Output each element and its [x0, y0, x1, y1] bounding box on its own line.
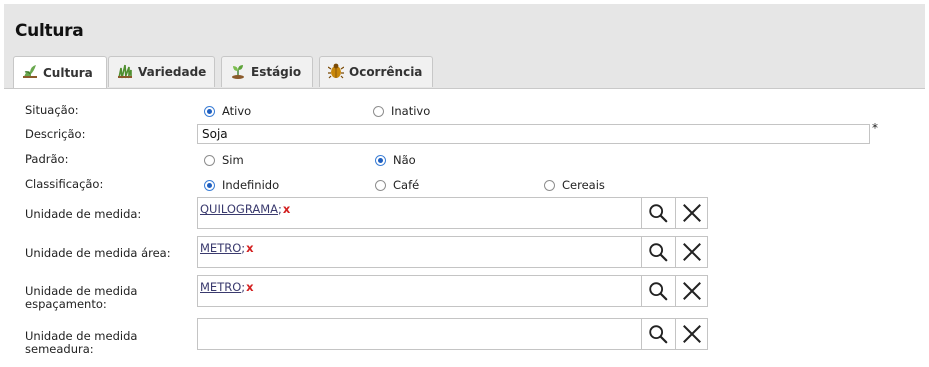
radio-indicator	[373, 105, 384, 117]
unidade-medida-espacamento-lookup: METRO; x	[197, 275, 708, 307]
grass-icon	[117, 63, 133, 82]
tab-label: Ocorrência	[349, 65, 423, 79]
radio-label: Indefinido	[222, 178, 280, 192]
selected-value: METRO; x	[200, 280, 254, 294]
radio-indicator	[375, 179, 386, 191]
label-line: Unidade de medida	[25, 284, 138, 298]
descricao-label: Descrição:	[25, 127, 86, 141]
radio-label: Cereais	[562, 178, 605, 192]
remove-icon[interactable]: x	[246, 280, 253, 294]
search-button[interactable]	[642, 237, 675, 267]
separator: ;	[241, 241, 246, 255]
tab-cultura[interactable]: Cultura	[13, 56, 107, 88]
separator: ;	[241, 280, 246, 294]
unidade-medida-semeadura-label: Unidade de medida semeadura:	[25, 330, 137, 356]
radio-label: Sim	[222, 153, 244, 167]
radio-label: Não	[393, 153, 416, 167]
lookup-buttons	[641, 198, 708, 228]
label-line: Unidade de medida	[25, 329, 138, 343]
tab-label: Variedade	[138, 65, 207, 79]
classificacao-indefinido-radio[interactable]: Indefinido	[204, 178, 279, 192]
clear-button[interactable]	[674, 276, 709, 306]
selected-link[interactable]: METRO	[200, 280, 241, 294]
search-icon	[649, 204, 668, 223]
classificacao-cafe-radio[interactable]: Café	[375, 178, 419, 192]
clear-button[interactable]	[674, 237, 709, 267]
close-icon	[682, 243, 701, 261]
label-line: semeadura:	[25, 342, 94, 356]
lookup-buttons	[641, 319, 708, 349]
header-bar: Cultura	[4, 4, 925, 46]
unidade-medida-label: Unidade de medida:	[25, 207, 142, 221]
label-line: espaçamento:	[25, 297, 107, 311]
descricao-input[interactable]	[197, 124, 870, 144]
search-button[interactable]	[642, 198, 675, 228]
close-icon	[682, 204, 701, 222]
unidade-medida-espacamento-label: Unidade de medida espaçamento:	[25, 285, 137, 311]
close-icon	[682, 325, 701, 343]
unidade-medida-lookup: QUILOGRAMA; x	[197, 197, 708, 229]
tab-label: Cultura	[43, 65, 93, 80]
plant-icon	[22, 63, 38, 82]
required-marker: *	[872, 121, 878, 135]
close-icon	[682, 282, 701, 300]
page-title: Cultura	[15, 21, 84, 41]
remove-icon[interactable]: x	[283, 202, 290, 216]
separator: ;	[278, 202, 282, 216]
radio-label: Ativo	[222, 104, 252, 118]
radio-indicator	[204, 154, 215, 166]
tab-bar: Cultura Variedade Estágio Ocorrência	[4, 46, 925, 89]
tab-ocorrencia[interactable]: Ocorrência	[319, 56, 433, 87]
lookup-buttons	[641, 276, 708, 306]
cultura-form-window: Cultura Cultura Variedade Estágio Ocorrê…	[0, 0, 929, 367]
radio-indicator	[544, 179, 555, 191]
search-icon	[649, 325, 668, 344]
padrao-sim-radio[interactable]: Sim	[204, 153, 244, 167]
remove-icon[interactable]: x	[246, 241, 253, 255]
padrao-label: Padrão:	[25, 152, 69, 166]
tab-variedade[interactable]: Variedade	[108, 56, 215, 87]
selected-link[interactable]: QUILOGRAMA	[200, 202, 278, 216]
radio-indicator	[204, 179, 215, 191]
clear-button[interactable]	[674, 198, 709, 228]
unidade-medida-semeadura-lookup	[197, 318, 708, 350]
situacao-label: Situação:	[25, 103, 79, 117]
clear-button[interactable]	[674, 319, 709, 349]
situacao-ativo-radio[interactable]: Ativo	[204, 104, 251, 118]
lookup-buttons	[641, 237, 708, 267]
unidade-medida-area-lookup: METRO; x	[197, 236, 708, 268]
tab-estagio[interactable]: Estágio	[221, 56, 313, 87]
classificacao-label: Classificação:	[25, 177, 104, 191]
selected-value: METRO; x	[200, 241, 254, 255]
search-icon	[649, 243, 668, 262]
radio-indicator	[204, 105, 215, 117]
search-button[interactable]	[642, 276, 675, 306]
unidade-medida-area-label: Unidade de medida área:	[25, 246, 171, 260]
padrao-nao-radio[interactable]: Não	[375, 153, 416, 167]
search-icon	[649, 282, 668, 301]
tab-label: Estágio	[251, 65, 302, 79]
radio-indicator	[375, 154, 386, 166]
search-button[interactable]	[642, 319, 675, 349]
seedling-icon	[230, 63, 246, 82]
situacao-inativo-radio[interactable]: Inativo	[373, 104, 430, 118]
bug-icon	[327, 63, 345, 82]
selected-link[interactable]: METRO	[200, 241, 241, 255]
selected-value: QUILOGRAMA; x	[200, 202, 290, 216]
radio-label: Café	[393, 178, 420, 192]
classificacao-cereais-radio[interactable]: Cereais	[544, 178, 605, 192]
radio-label: Inativo	[391, 104, 431, 118]
